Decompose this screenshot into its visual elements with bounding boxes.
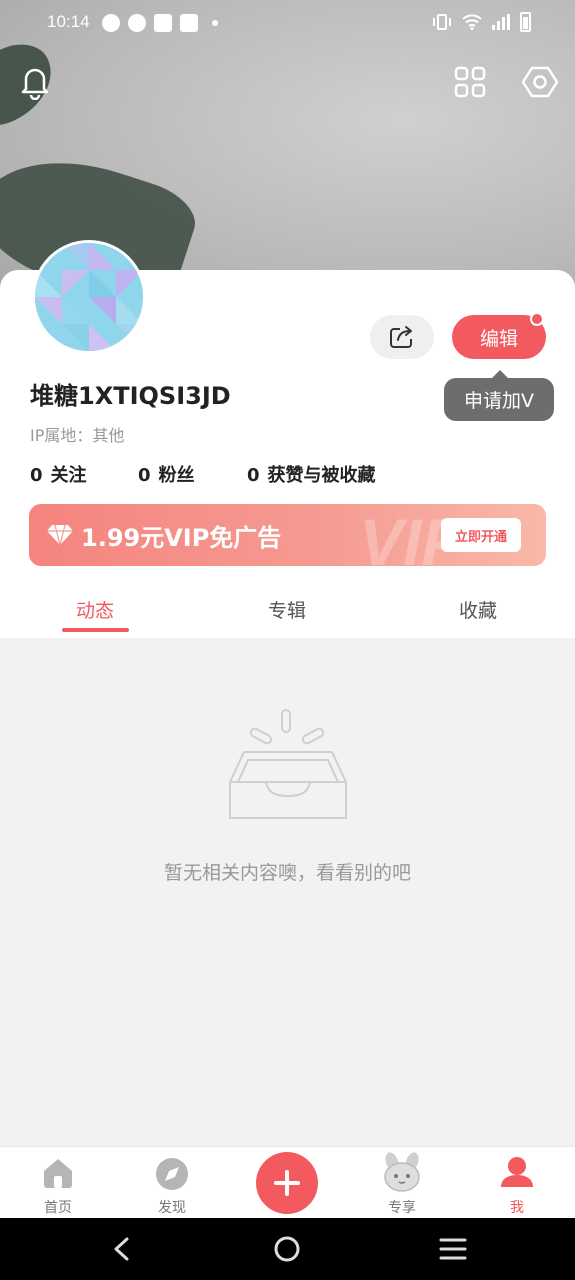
likes-collections-stat[interactable]: 0 获赞与被收藏: [247, 461, 376, 487]
followers-count: 0: [138, 465, 151, 486]
battery-icon: [520, 12, 531, 32]
plus-icon: [274, 1170, 300, 1196]
vip-open-button[interactable]: 立即开通: [441, 518, 521, 552]
vibrate-icon: [433, 14, 451, 30]
nav-discover[interactable]: 发现: [132, 1147, 212, 1219]
likes-label: 获赞与被收藏: [267, 465, 376, 486]
nav-me-label: 我: [510, 1200, 524, 1216]
following-count: 0: [30, 465, 43, 486]
followers-label: 粉丝: [158, 465, 195, 486]
empty-state-text: 暂无相关内容噢，看看别的吧: [163, 862, 411, 884]
message-icon: [102, 14, 120, 32]
ip-location: IP属地：其他: [30, 426, 125, 445]
person-icon: [501, 1157, 533, 1187]
nav-exclusive[interactable]: 专享: [362, 1147, 442, 1219]
nav-exclusive-label: 专享: [388, 1200, 416, 1216]
notification-dot: [530, 312, 544, 326]
wifi-icon: [462, 14, 482, 30]
bunny-icon: [384, 1152, 420, 1192]
status-time: 10:14: [47, 12, 90, 31]
bell-icon[interactable]: [18, 64, 52, 100]
likes-count: 0: [247, 465, 260, 486]
system-navigation-bar: [0, 1218, 575, 1280]
nav-home[interactable]: 首页: [18, 1147, 98, 1219]
tab-posts[interactable]: 动态: [76, 596, 114, 623]
followers-stat[interactable]: 0 粉丝: [138, 461, 195, 487]
bag-icon: [180, 14, 198, 32]
status-bar: 10:14: [0, 0, 575, 46]
recents-menu-icon[interactable]: [439, 1237, 467, 1261]
active-tab-indicator: [62, 628, 129, 632]
notification-icons: [102, 14, 218, 32]
settings-icon[interactable]: [522, 64, 558, 100]
diamond-icon: [47, 524, 73, 546]
home-circle-icon[interactable]: [273, 1235, 301, 1263]
share-button[interactable]: [370, 315, 434, 359]
empty-box-icon: [229, 709, 347, 819]
vip-banner[interactable]: VIP 1.99元VIP免广告 立即开通: [29, 504, 546, 566]
following-stat[interactable]: 0 关注: [30, 461, 87, 487]
share-icon: [390, 326, 412, 348]
avatar[interactable]: [32, 240, 146, 354]
following-label: 关注: [50, 465, 87, 486]
vip-banner-text: 1.99元VIP免广告: [81, 524, 282, 552]
create-post-button[interactable]: [256, 1152, 318, 1214]
signal-icon: [492, 14, 510, 30]
more-dot-icon: [212, 20, 218, 26]
nav-me[interactable]: 我: [477, 1147, 557, 1219]
bag-icon: [154, 14, 172, 32]
back-icon[interactable]: [110, 1236, 134, 1262]
speed-icon: [128, 14, 146, 32]
apply-verified-tooltip[interactable]: 申请加V: [444, 370, 554, 421]
username: 堆糖1XTIQSI3JD: [30, 382, 231, 410]
home-icon: [44, 1159, 72, 1188]
grid-icon[interactable]: [454, 66, 486, 98]
tab-albums[interactable]: 专辑: [268, 596, 306, 623]
system-icons: [432, 12, 531, 32]
nav-discover-label: 发现: [158, 1200, 186, 1216]
compass-icon: [156, 1158, 188, 1190]
avatar-pattern: [35, 243, 143, 351]
nav-home-label: 首页: [44, 1200, 72, 1216]
tab-favorites[interactable]: 收藏: [459, 596, 497, 623]
